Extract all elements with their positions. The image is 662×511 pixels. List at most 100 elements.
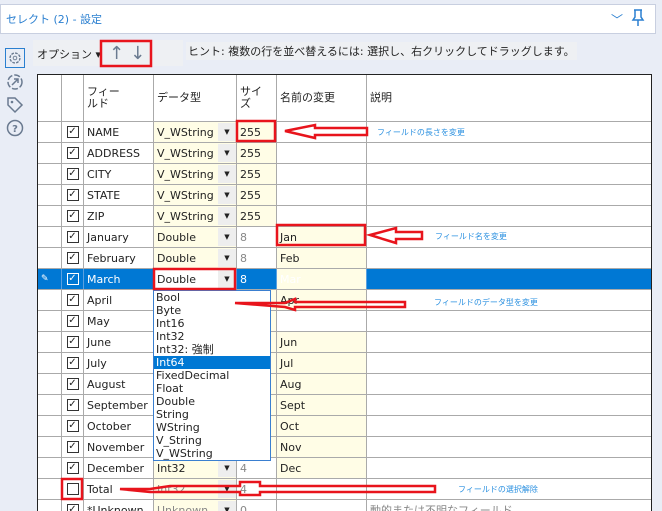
rename-field[interactable]: Sept (277, 395, 367, 415)
description-field[interactable] (367, 164, 651, 184)
size-field[interactable]: 8 (237, 227, 277, 247)
description-field[interactable] (367, 353, 651, 373)
type-select[interactable]: V_WString ▼ (154, 206, 237, 226)
field-checkbox[interactable] (66, 483, 79, 495)
row-handle[interactable] (38, 185, 62, 205)
table-row[interactable]: ✓ May (38, 311, 651, 332)
row-handle[interactable] (38, 437, 62, 457)
dropdown-option[interactable]: Double (154, 395, 270, 408)
size-field[interactable]: 0 (237, 500, 277, 511)
pin-icon[interactable] (631, 9, 645, 27)
dropdown-arrow-icon[interactable]: ▼ (218, 123, 236, 141)
header-type[interactable]: データ型 (154, 75, 237, 121)
dropdown-option[interactable]: Bool (154, 291, 270, 304)
description-field[interactable] (367, 269, 651, 289)
row-handle[interactable] (38, 122, 62, 142)
dropdown-option[interactable]: Float (154, 382, 270, 395)
table-row[interactable]: ✎ ✓ March Double ▼ 8 Mar (38, 269, 651, 290)
dropdown-option[interactable]: V_String (154, 434, 270, 447)
table-row[interactable]: ✓ ADDRESS V_WString ▼ 255 (38, 143, 651, 164)
field-checkbox[interactable]: ✓ (66, 420, 79, 432)
table-row[interactable]: ✓ August Aug (38, 374, 651, 395)
dropdown-option[interactable]: Byte (154, 304, 270, 317)
description-field[interactable] (367, 374, 651, 394)
dropdown-arrow-icon[interactable]: ▼ (218, 249, 236, 267)
rename-field[interactable] (277, 122, 367, 142)
field-checkbox[interactable]: ✓ (66, 189, 79, 201)
field-checkbox[interactable]: ✓ (66, 441, 79, 453)
table-row[interactable]: ✓ CITY V_WString ▼ 255 (38, 164, 651, 185)
gear-icon[interactable] (5, 48, 25, 68)
dropdown-arrow-icon[interactable]: ▼ (218, 270, 236, 288)
type-select[interactable]: Int32 ▼ (154, 458, 237, 478)
dropdown-arrow-icon[interactable]: ▼ (218, 144, 236, 162)
rename-field[interactable]: Aug (277, 374, 367, 394)
description-field[interactable] (367, 395, 651, 415)
header-size[interactable]: サイズ (237, 75, 277, 121)
type-select[interactable]: Double ▼ (154, 227, 237, 247)
field-checkbox[interactable]: ✓ (66, 231, 79, 243)
row-handle[interactable] (38, 332, 62, 352)
rename-field[interactable]: Feb (277, 248, 367, 268)
type-select[interactable]: V_WString ▼ (154, 164, 237, 184)
table-row[interactable]: ✓ September Sept (38, 395, 651, 416)
move-down-icon[interactable]: ↓ (130, 43, 145, 64)
header-description[interactable]: 説明 (367, 75, 651, 121)
size-field[interactable]: 255 (237, 122, 277, 142)
dropdown-arrow-icon[interactable]: ▼ (218, 459, 236, 477)
chevron-down-icon[interactable]: ﹀ (611, 11, 623, 28)
field-checkbox[interactable]: ✓ (66, 294, 79, 306)
table-row[interactable]: ✓ ZIP V_WString ▼ 255 (38, 206, 651, 227)
dropdown-arrow-icon[interactable]: ▼ (218, 501, 236, 511)
rename-field[interactable] (277, 143, 367, 163)
type-select[interactable]: Double ▼ (154, 269, 237, 289)
description-field[interactable] (367, 206, 651, 226)
table-row[interactable]: ✓ April Apr (38, 290, 651, 311)
row-handle[interactable] (38, 500, 62, 511)
description-field[interactable] (367, 185, 651, 205)
row-handle[interactable] (38, 479, 62, 499)
field-checkbox[interactable]: ✓ (66, 147, 79, 159)
dropdown-option[interactable]: FixedDecimal (154, 369, 270, 382)
description-field[interactable] (367, 227, 651, 247)
description-field[interactable] (367, 248, 651, 268)
description-field[interactable] (367, 416, 651, 436)
field-checkbox[interactable]: ✓ (66, 315, 79, 327)
rename-field[interactable]: Nov (277, 437, 367, 457)
table-row[interactable]: ✓ June Jun (38, 332, 651, 353)
field-checkbox[interactable]: ✓ (66, 378, 79, 390)
rename-field[interactable]: Dec (277, 458, 367, 478)
size-field[interactable]: 255 (237, 143, 277, 163)
field-checkbox[interactable]: ✓ (66, 168, 79, 180)
type-select[interactable]: Unknown ▼ (154, 500, 237, 511)
row-handle[interactable] (38, 374, 62, 394)
dropdown-option[interactable]: V_WString (154, 447, 270, 460)
dropdown-option[interactable]: Int16 (154, 317, 270, 330)
dropdown-arrow-icon[interactable]: ▼ (218, 207, 236, 225)
size-field[interactable]: 4 (237, 458, 277, 478)
rename-field[interactable]: Oct (277, 416, 367, 436)
description-field[interactable] (367, 332, 651, 352)
rename-field[interactable] (277, 311, 367, 331)
row-handle[interactable] (38, 143, 62, 163)
row-handle[interactable] (38, 416, 62, 436)
size-field[interactable]: 8 (237, 248, 277, 268)
table-row[interactable]: ✓ July Jul (38, 353, 651, 374)
description-field[interactable] (367, 437, 651, 457)
table-row[interactable]: ✓ November Nov (38, 437, 651, 458)
row-handle[interactable] (38, 290, 62, 310)
field-checkbox[interactable]: ✓ (66, 357, 79, 369)
row-handle[interactable] (38, 248, 62, 268)
dropdown-option[interactable]: WString (154, 421, 270, 434)
rename-field[interactable] (277, 164, 367, 184)
dropdown-option[interactable]: Int32 (154, 330, 270, 343)
rename-field[interactable] (277, 185, 367, 205)
row-handle[interactable] (38, 311, 62, 331)
table-row[interactable]: ✓ January Double ▼ 8 Jan (38, 227, 651, 248)
type-select[interactable]: V_WString ▼ (154, 122, 237, 142)
row-handle[interactable] (38, 353, 62, 373)
dropdown-arrow-icon[interactable]: ▼ (218, 228, 236, 246)
dropdown-arrow-icon[interactable]: ▼ (218, 480, 236, 498)
help-icon[interactable]: ? (5, 118, 25, 138)
rename-field[interactable] (277, 500, 367, 511)
